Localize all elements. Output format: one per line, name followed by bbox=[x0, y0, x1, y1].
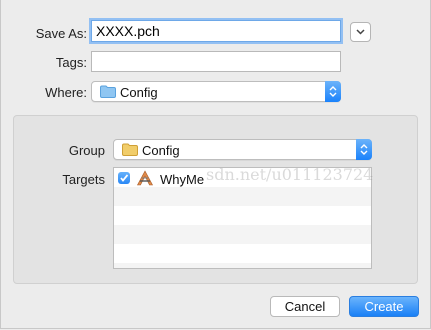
up-down-arrows-icon bbox=[329, 86, 337, 97]
tags-field[interactable] bbox=[91, 51, 341, 72]
group-popup[interactable]: Config bbox=[113, 139, 372, 160]
expand-button[interactable] bbox=[350, 22, 371, 42]
popup-arrows bbox=[356, 139, 372, 160]
group-label: Group bbox=[68, 143, 105, 158]
empty-row bbox=[114, 225, 371, 244]
target-checkbox[interactable] bbox=[118, 172, 130, 184]
where-popup[interactable]: Config bbox=[91, 81, 341, 102]
folder-icon bbox=[100, 85, 116, 98]
target-row[interactable]: WhyMe bbox=[114, 168, 371, 187]
empty-row bbox=[114, 263, 371, 268]
where-label: Where: bbox=[45, 85, 87, 100]
cancel-button[interactable]: Cancel bbox=[270, 296, 340, 317]
up-down-arrows-icon bbox=[360, 144, 368, 155]
target-name: WhyMe bbox=[160, 172, 205, 187]
chevron-down-icon bbox=[356, 29, 365, 35]
save-as-label: Save As: bbox=[35, 26, 87, 41]
app-target-icon bbox=[136, 170, 154, 186]
empty-row bbox=[114, 206, 371, 225]
checkmark-icon bbox=[120, 174, 129, 182]
save-dialog: Save As: XXXX.pch Tags: Where: Config Gr… bbox=[0, 0, 431, 329]
empty-row bbox=[114, 244, 371, 263]
popup-arrows bbox=[325, 81, 341, 102]
targets-label: Targets bbox=[62, 172, 105, 187]
empty-row bbox=[114, 187, 371, 206]
create-button[interactable]: Create bbox=[349, 296, 419, 317]
save-as-field[interactable]: XXXX.pch bbox=[91, 20, 341, 42]
group-value: Config bbox=[142, 143, 180, 158]
folder-icon bbox=[122, 143, 138, 156]
where-value: Config bbox=[120, 85, 158, 100]
targets-list[interactable]: WhyMe bbox=[113, 167, 372, 269]
tags-label: Tags: bbox=[55, 55, 87, 70]
